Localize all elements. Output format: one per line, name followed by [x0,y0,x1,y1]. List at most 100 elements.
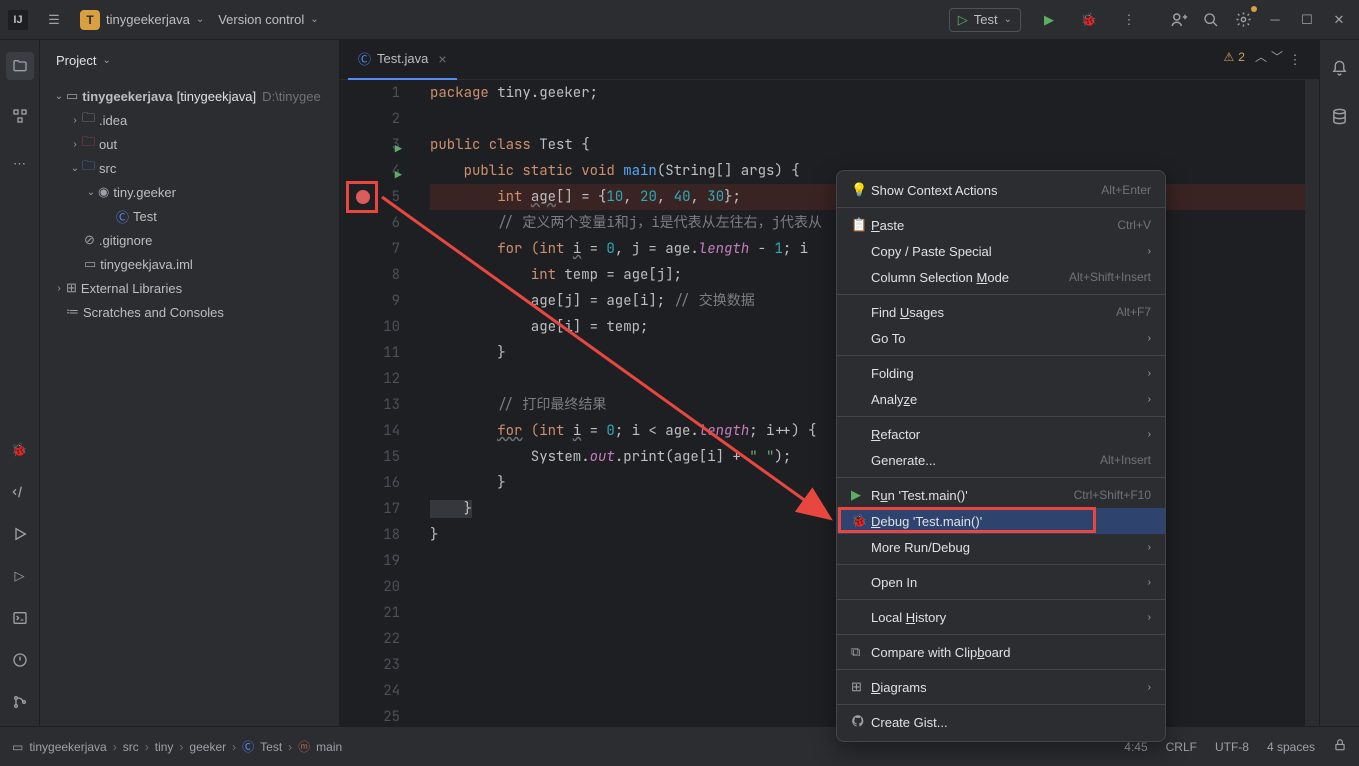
chevron-down-icon: ⌄ [196,14,204,25]
menu-diagrams[interactable]: ⊞ Diagrams› [837,674,1165,700]
more-actions-icon[interactable]: ⋮ [1117,8,1141,32]
tree-label: Test [133,209,157,224]
run-tool-icon[interactable]: ▷ [8,564,32,588]
crumb-method[interactable]: main [316,740,342,754]
gitignore-icon: ⊘ [84,232,95,248]
menu-run-main[interactable]: ▶ Run 'Test.main()' Ctrl+Shift+F10 [837,482,1165,508]
editor-scrollbar[interactable] [1305,80,1319,726]
services-tool-icon[interactable] [8,522,32,546]
build-tool-icon[interactable] [8,480,32,504]
menu-open-in[interactable]: Open In› [837,569,1165,595]
crumb-root[interactable]: tinygeekerjava [29,740,106,754]
structure-tool-icon[interactable] [8,104,32,128]
menu-column-selection[interactable]: Column Selection Mode Alt+Shift+Insert [837,264,1165,290]
close-tab-icon[interactable]: × [438,51,446,67]
database-tool-icon[interactable] [1328,104,1352,128]
vcs-widget[interactable]: Version control ⌄ [218,12,318,27]
source-folder-icon: 🗀 [82,157,95,179]
indent-widget[interactable]: 4 spaces [1267,740,1315,754]
project-selector[interactable]: T tinygeekerjava ⌄ [80,10,204,30]
tree-module-label: [tinygeekjava] [177,89,257,104]
menu-paste[interactable]: 📋 Paste Ctrl+V [837,212,1165,238]
run-config-icon: ▷ [958,12,968,28]
tree-folder-src[interactable]: ⌄ 🗀 src [40,156,339,180]
crumb-class[interactable]: Test [260,740,282,754]
module-icon: ▭ [66,88,78,104]
menu-show-context-actions[interactable]: 💡 Show Context Actions Alt+Enter [837,177,1165,203]
tree-folder-out[interactable]: › 🗀 out [40,132,339,156]
method-icon: ⓜ [298,738,310,755]
chevron-down-icon: ﹀ [1271,48,1283,65]
debug-button[interactable]: 🐞 [1077,8,1101,32]
tree-label: .gitignore [99,233,152,248]
tree-file-iml[interactable]: ▭ tinygeekjava.iml [40,252,339,276]
menu-find-usages[interactable]: Find Usages Alt+F7 [837,299,1165,325]
editor-gutter[interactable]: 12 3▶ 4▶ 5 678 91011 121314 151617 18192… [340,80,420,730]
menu-analyze[interactable]: Analyze› [837,386,1165,412]
chevron-down-icon: ⌄ [310,14,318,25]
crumb-pkg1[interactable]: tiny [155,740,174,754]
tree-class-test[interactable]: Ⓒ Test [40,204,339,228]
menu-local-history[interactable]: Local History› [837,604,1165,630]
chevron-up-icon: ︿ [1255,48,1267,65]
file-encoding[interactable]: UTF-8 [1215,740,1249,754]
menu-goto[interactable]: Go To› [837,325,1165,351]
tree-external-libs[interactable]: › ⊞ External Libraries [40,276,339,300]
minimize-icon[interactable]: ─ [1263,8,1287,32]
editor-tabs: Ⓒ Test.java × ⋮ [340,40,1319,80]
menu-folding[interactable]: Folding› [837,360,1165,386]
tab-test-java[interactable]: Ⓒ Test.java × [348,40,457,80]
tree-scratches[interactable]: ≔ Scratches and Consoles [40,300,339,324]
menu-copy-paste-special[interactable]: Copy / Paste Special› [837,238,1165,264]
more-tools-icon[interactable]: ⋯ [8,152,32,176]
editor-warnings-widget[interactable]: ⚠ 2 ︿ ﹀ [1224,48,1283,65]
project-badge-icon: T [80,10,100,30]
tree-root[interactable]: ⌄ ▭ tinygeekerjava [tinygeekjava] D:\tin… [40,84,339,108]
settings-icon[interactable] [1231,8,1255,32]
package-icon: ◉ [98,184,109,200]
crumb-src[interactable]: src [123,740,139,754]
tree-file-gitignore[interactable]: ⊘ .gitignore [40,228,339,252]
crumb-pkg2[interactable]: geeker [189,740,226,754]
tree-label: tinygeekjava.iml [100,257,193,272]
problems-tool-icon[interactable] [8,648,32,672]
tree-package[interactable]: ⌄ ◉ tiny.geeker [40,180,339,204]
project-tool-icon[interactable] [6,52,34,80]
menu-refactor[interactable]: Refactor› [837,421,1165,447]
project-header[interactable]: Project ⌄ [40,40,339,80]
vcs-tool-icon[interactable] [8,690,32,714]
tab-options-icon[interactable]: ⋮ [1283,48,1307,72]
maximize-icon[interactable]: ☐ [1295,8,1319,32]
terminal-tool-icon[interactable] [8,606,32,630]
right-tool-rail [1319,40,1359,726]
tree-label: Scratches and Consoles [83,305,224,320]
menu-debug-main[interactable]: 🐞 Debug 'Test.main()' [837,508,1165,534]
search-icon[interactable] [1199,8,1223,32]
notifications-icon[interactable] [1328,56,1352,80]
top-toolbar: IJ ☰ T tinygeekerjava ⌄ Version control … [0,0,1359,40]
readonly-lock-icon[interactable] [1333,738,1347,755]
tree-label: src [99,161,116,176]
menu-compare-clipboard[interactable]: ⧉ Compare with Clipboard [837,639,1165,665]
editor-area: Ⓒ Test.java × ⋮ ⚠ 2 ︿ ﹀ 12 3▶ 4▶ 5 678 9… [340,40,1319,726]
chevron-down-icon: ⌄ [102,55,110,66]
debug-tool-icon[interactable]: 🐞 [8,438,32,462]
main-menu-icon[interactable]: ☰ [42,8,66,32]
github-icon [851,714,871,731]
menu-generate[interactable]: Generate... Alt+Insert [837,447,1165,473]
menu-more-run-debug[interactable]: More Run/Debug› [837,534,1165,560]
run-button[interactable]: ▶ [1037,8,1061,32]
tree-folder-idea[interactable]: › 🗀 .idea [40,108,339,132]
close-window-icon[interactable]: ✕ [1327,8,1351,32]
class-icon: Ⓒ [358,49,371,68]
tree-path-label: D:\tinygee [262,89,321,104]
vcs-label: Version control [218,12,304,27]
line-separator[interactable]: CRLF [1166,740,1197,754]
code-with-me-icon[interactable] [1167,8,1191,32]
project-name-label: tinygeekerjava [106,12,190,27]
diagram-icon: ⊞ [851,679,871,695]
run-configuration-selector[interactable]: ▷ Test ⌄ [949,8,1021,32]
breadcrumb[interactable]: ▭ tinygeekerjava › src › tiny › geeker ›… [12,738,342,755]
module-icon: ▭ [12,740,23,754]
menu-create-gist[interactable]: Create Gist... [837,709,1165,735]
